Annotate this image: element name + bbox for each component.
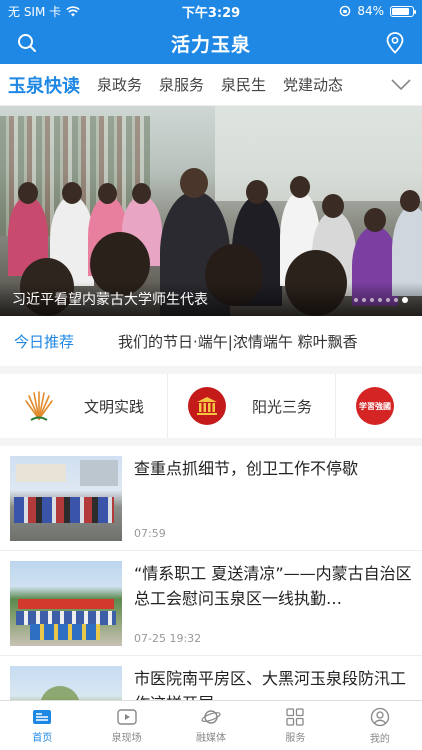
expand-tabs-button[interactable] <box>388 72 414 98</box>
tab-government-affairs[interactable]: 泉政务 <box>97 74 142 95</box>
service-civilization-practice[interactable]: 文明实践 <box>0 374 168 438</box>
carousel-indicator[interactable] <box>354 297 408 303</box>
battery-fill <box>392 7 409 15</box>
hero-banner[interactable]: 习近平看望内蒙古大学师生代表 <box>0 106 422 316</box>
channel-tabs: 玉泉快读 泉政务 泉服务 泉民生 党建动态 <box>0 64 422 106</box>
battery-percent: 84% <box>357 4 384 18</box>
chevron-down-icon <box>391 79 411 91</box>
tab-services[interactable]: 泉服务 <box>159 74 204 95</box>
status-bar: 无 SIM 卡 下午3:29 84% <box>0 0 422 22</box>
today-recommend-text[interactable]: 我们的节日·端午|浓情端午 粽叶飘香 <box>118 331 358 352</box>
carousel-dot[interactable] <box>386 298 390 302</box>
search-button[interactable] <box>14 30 40 56</box>
nav-home[interactable]: 首页 <box>0 701 84 750</box>
wifi-icon <box>66 5 80 16</box>
service-shortcuts: 文明实践 阳光三务 学習強國 <box>0 366 422 446</box>
news-thumbnail <box>10 456 122 541</box>
rotation-lock-icon <box>340 5 351 17</box>
banner-caption: 习近平看望内蒙古大学师生代表 <box>12 292 208 308</box>
study-strong-nation-logo: 学習強國 <box>356 387 394 425</box>
carousel-dot[interactable] <box>354 298 358 302</box>
carrier-text: 无 SIM 卡 <box>8 4 62 19</box>
carousel-dot[interactable] <box>362 298 366 302</box>
service-name: 阳光三务 <box>252 397 313 416</box>
nav-label: 我的 <box>369 733 390 745</box>
top-bar: 无 SIM 卡 下午3:29 84% 活力玉泉 <box>0 0 422 64</box>
bottom-navigation: 首页 泉现场 融媒体 服务 我的 <box>0 700 422 750</box>
video-play-icon <box>116 708 137 725</box>
news-item[interactable]: “情系职工 夏送清凉”——内蒙古自治区总工会慰问玉泉区一线执勤… 07-25 1… <box>0 551 422 656</box>
study-logo-text: 学習強國 <box>359 400 391 411</box>
civilization-practice-logo <box>20 387 58 425</box>
battery-icon <box>390 5 416 17</box>
nav-label: 融媒体 <box>196 732 227 744</box>
carousel-dot[interactable] <box>370 298 374 302</box>
news-item[interactable]: 查重点抓细节，创卫工作不停歇 07:59 <box>0 446 422 551</box>
news-time: 07:59 <box>134 527 166 540</box>
location-pin-icon <box>386 32 404 54</box>
app-screen: 无 SIM 卡 下午3:29 84% 活力玉泉 玉泉快读 泉政务 泉服务 泉民生… <box>0 0 422 750</box>
nav-services[interactable]: 服务 <box>253 701 337 750</box>
news-thumbnail <box>10 561 122 646</box>
today-recommend-label: 今日推荐 <box>14 332 75 351</box>
news-title: 查重点抓细节，创卫工作不停歇 <box>134 459 359 478</box>
tab-livelihood[interactable]: 泉民生 <box>221 74 266 95</box>
nav-mine[interactable]: 我的 <box>338 701 422 750</box>
nav-live-scene[interactable]: 泉现场 <box>84 701 168 750</box>
service-study-strong-nation[interactable]: 学習強國 <box>336 374 422 438</box>
nav-label: 首页 <box>32 732 53 744</box>
nav-label: 泉现场 <box>111 732 142 744</box>
location-button[interactable] <box>382 30 408 56</box>
app-title: 活力玉泉 <box>170 33 251 56</box>
tab-yuquan-quick-read[interactable]: 玉泉快读 <box>8 72 80 98</box>
header: 活力玉泉 <box>0 22 422 64</box>
service-name: 文明实践 <box>84 397 145 416</box>
carousel-dot[interactable] <box>378 298 382 302</box>
today-recommend-row[interactable]: 今日推荐 我们的节日·端午|浓情端午 粽叶飘香 <box>0 316 422 366</box>
service-sunshine-affairs[interactable]: 阳光三务 <box>168 374 336 438</box>
nav-label: 服务 <box>285 732 306 744</box>
planet-icon <box>201 709 221 724</box>
carousel-dot[interactable] <box>394 298 398 302</box>
sunshine-affairs-logo <box>188 387 226 425</box>
nav-media[interactable]: 融媒体 <box>169 701 253 750</box>
carousel-dot[interactable] <box>402 297 408 303</box>
user-icon <box>370 707 389 726</box>
tab-party-news[interactable]: 党建动态 <box>283 74 343 95</box>
news-time: 07-25 19:32 <box>134 632 202 645</box>
home-news-icon <box>33 709 52 724</box>
search-icon <box>18 34 36 52</box>
news-title: “情系职工 夏送清凉”——内蒙古自治区总工会慰问玉泉区一线执勤… <box>134 564 412 608</box>
grid-icon <box>286 707 305 726</box>
